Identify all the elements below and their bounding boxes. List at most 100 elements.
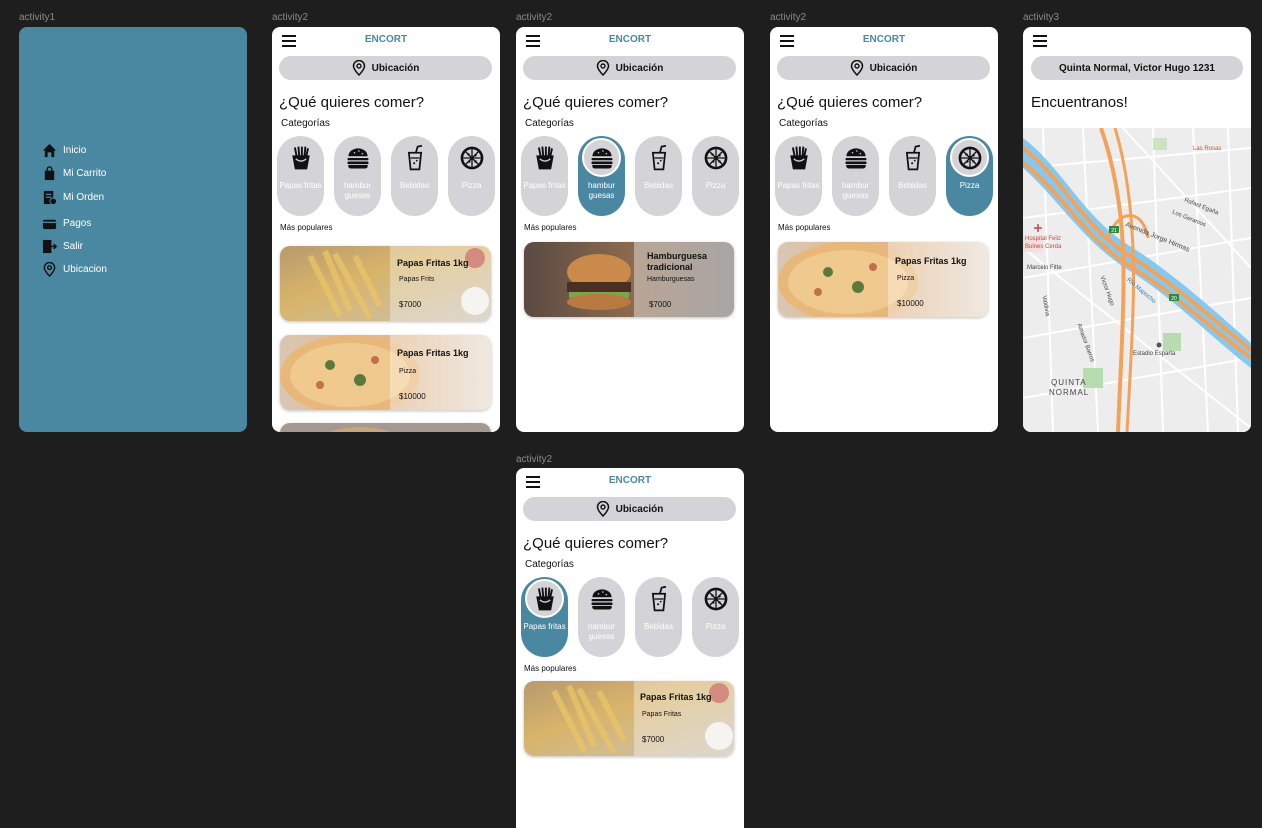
product-price: $7000	[649, 300, 672, 309]
category-label: hambur guesas	[587, 181, 616, 200]
map-label: Hospital Feliz Bulnes Cerda	[1025, 236, 1062, 250]
location-button[interactable]: Ubicación	[777, 56, 990, 80]
home-frame-fries: ENCORT Ubicación ¿Qué quieres comer? Cat…	[516, 468, 744, 828]
page-title: ¿Qué quieres comer?	[523, 535, 669, 552]
category-hamburguesas[interactable]: hambur guesas	[832, 136, 879, 216]
drink-icon	[899, 144, 927, 172]
product-name: Papas Fritas 1kg	[895, 256, 967, 266]
location-label: Ubicación	[615, 503, 664, 515]
menu-item-ubicacion[interactable]: Ubicacion	[42, 262, 107, 277]
logout-icon	[42, 239, 57, 254]
menu-item-mi-carrito[interactable]: Mi Carrito	[42, 166, 106, 181]
route-shield-20: 20	[1171, 296, 1177, 302]
home-frame: ENCORT Ubicación ¿Qué quieres comer? Cat…	[272, 27, 500, 432]
category-pizza[interactable]: Pizza	[692, 577, 739, 657]
menu-item-pagos[interactable]: Pagos	[42, 216, 91, 231]
popular-title: Más populares	[524, 664, 577, 673]
product-card-partial[interactable]	[280, 423, 491, 432]
product-name: Hamburguesa tradicional	[647, 251, 708, 272]
category-papas-fritas[interactable]: Papas fritas	[775, 136, 822, 216]
category-papas-fritas[interactable]: Papas fritas	[277, 136, 324, 216]
product-card[interactable]: Papas Fritas 1kg Papas Frits $7000	[280, 246, 491, 321]
pizza-photo	[778, 242, 988, 317]
category-label: hambur guesas	[841, 181, 870, 200]
popular-title: Más populares	[524, 223, 577, 232]
drawer-frame: Inicio Mi Carrito Mi Orden Pagos Salir U…	[19, 27, 247, 432]
product-price: $7000	[642, 735, 665, 744]
page-title: ¿Qué quieres comer?	[279, 94, 425, 111]
location-pin-icon	[352, 60, 366, 76]
product-name: Papas Fritas 1kg	[640, 692, 712, 702]
category-label: Pizza	[705, 622, 726, 631]
menu-label: Ubicacion	[63, 264, 107, 275]
category-bebidas[interactable]: Bebidas	[391, 136, 438, 216]
product-price: $7000	[399, 300, 422, 309]
product-card[interactable]: Papas Fritas 1kg Pizza $10000	[280, 335, 491, 410]
product-category: Pizza	[399, 368, 417, 375]
categories-title: Categorías	[525, 118, 574, 129]
drink-icon	[645, 144, 673, 172]
menu-label: Inicio	[63, 145, 87, 156]
hamburger-menu-icon[interactable]	[1033, 35, 1047, 47]
map-view[interactable]: 21 20 Las Rosas Rafael Egaña Los Geranio…	[1023, 128, 1251, 432]
category-bebidas[interactable]: Bebidas	[889, 136, 936, 216]
location-button[interactable]: Ubicación	[523, 497, 736, 521]
product-name: Papas Fritas 1kg	[397, 258, 469, 268]
category-pizza[interactable]: Pizza	[946, 136, 993, 216]
category-label: hambur guesas	[343, 181, 372, 200]
menu-label: Salir	[63, 241, 84, 252]
category-papas-fritas[interactable]: Papas fritas	[521, 136, 568, 216]
category-pizza[interactable]: Pizza	[692, 136, 739, 216]
home-frame-pizza: ENCORT Ubicación ¿Qué quieres comer? Cat…	[770, 27, 998, 432]
category-label: Bebidas	[898, 181, 927, 190]
burger-icon	[588, 585, 616, 613]
product-category: Papas Fritas	[642, 711, 682, 718]
category-label: Pizza	[461, 181, 482, 190]
category-papas-fritas[interactable]: Papas fritas	[521, 577, 568, 657]
page-title: Encuentranos!	[1031, 94, 1128, 111]
popular-title: Más populares	[280, 223, 333, 232]
location-button[interactable]: Ubicación	[279, 56, 492, 80]
category-bebidas[interactable]: Bebidas	[635, 577, 682, 657]
brand-title: ENCORT	[364, 34, 408, 45]
category-hamburguesas[interactable]: hambur guesas	[334, 136, 381, 216]
burger-icon	[588, 144, 616, 172]
map-label: Marcelo Fitte	[1027, 265, 1062, 271]
category-label: Pizza	[959, 181, 980, 190]
product-card[interactable]: Papas Fritas 1kg Papas Fritas $7000	[524, 681, 734, 756]
category-bebidas[interactable]: Bebidas	[635, 136, 682, 216]
drink-icon	[645, 585, 673, 613]
menu-label: Mi Carrito	[63, 168, 107, 179]
home-icon	[42, 143, 57, 158]
location-button[interactable]: Ubicación	[523, 56, 736, 80]
categories-title: Categorías	[281, 118, 330, 129]
category-hamburguesas[interactable]: hambur guesas	[578, 136, 625, 216]
category-label: Pizza	[705, 181, 726, 190]
pizza-icon	[458, 144, 486, 172]
location-label: Ubicación	[869, 62, 918, 74]
frame-label-activity2: activity2	[770, 12, 807, 23]
pizza-icon	[956, 144, 984, 172]
frame-label-activity2: activity2	[516, 12, 553, 23]
brand-title: ENCORT	[862, 34, 906, 45]
category-hamburguesas[interactable]: hambur guesas	[578, 577, 625, 657]
product-card[interactable]: Papas Fritas 1kg Pizza $10000	[778, 242, 988, 317]
category-pizza[interactable]: Pizza	[448, 136, 495, 216]
menu-item-inicio[interactable]: Inicio	[42, 143, 86, 158]
location-pin-icon	[43, 262, 56, 277]
fries-icon	[287, 144, 315, 172]
pizza-photo	[280, 335, 491, 410]
product-card[interactable]: Hamburguesa tradicional Hamburguesas $70…	[524, 242, 734, 317]
brand-title: ENCORT	[608, 475, 652, 486]
brand-title: ENCORT	[608, 34, 652, 45]
category-label: hambur guesas	[587, 622, 616, 641]
address-pill[interactable]: Quinta Normal, Victor Hugo 1231	[1031, 56, 1243, 80]
map-label: Las Rosas	[1193, 146, 1222, 152]
categories-title: Categorías	[525, 559, 574, 570]
frame-label-activity1: activity1	[19, 12, 56, 23]
menu-item-salir[interactable]: Salir	[42, 239, 83, 254]
menu-item-mi-orden[interactable]: Mi Orden	[42, 190, 104, 205]
location-pin-icon	[596, 60, 610, 76]
burger-icon	[842, 144, 870, 172]
route-shield-21: 21	[1111, 228, 1117, 234]
